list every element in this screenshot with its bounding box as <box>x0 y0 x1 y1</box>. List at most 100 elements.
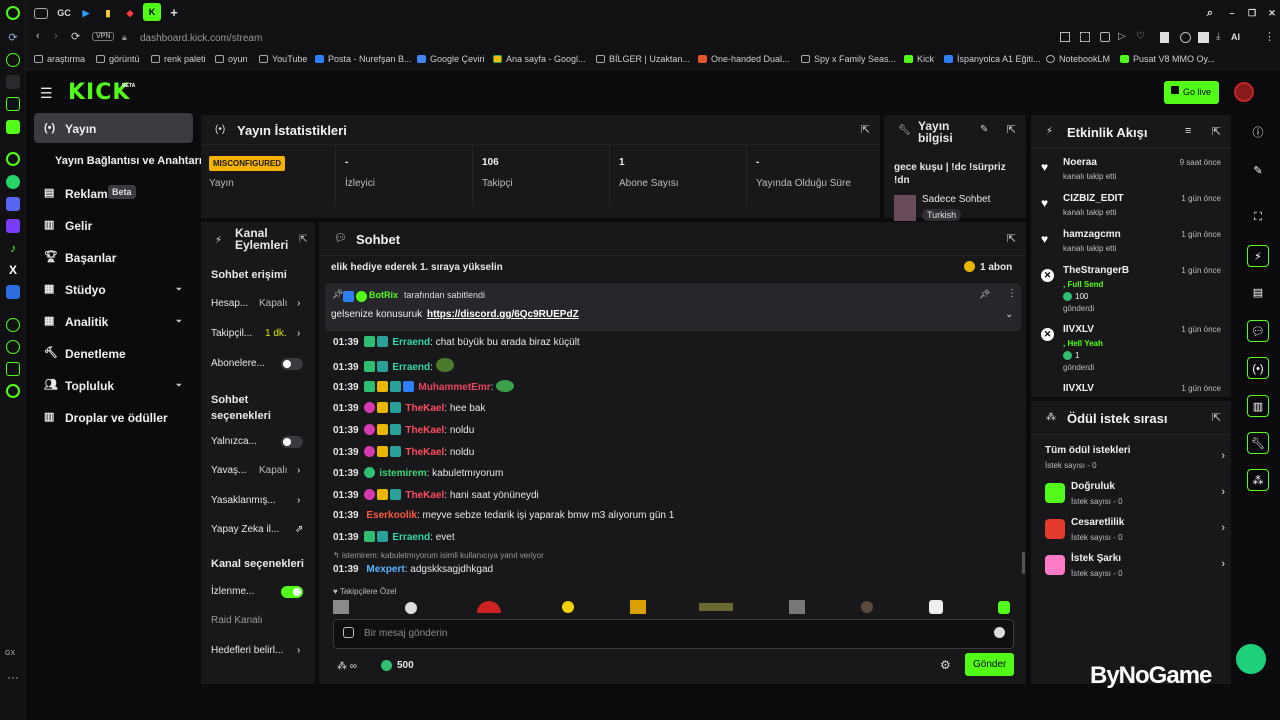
bookmark[interactable]: One-handed Dual... <box>698 54 790 64</box>
tab-gc[interactable]: GC <box>56 5 72 21</box>
filter-icon[interactable]: ≡ <box>1185 125 1191 137</box>
setting-slow-mode[interactable]: Yavaş... Kapalı › <box>211 465 307 485</box>
toggle[interactable] <box>281 586 303 598</box>
chatgpt-icon[interactable] <box>6 152 20 166</box>
settings-icon[interactable] <box>6 384 20 398</box>
bookmark[interactable]: Google Çeviri <box>417 54 485 64</box>
emote-icon[interactable] <box>998 601 1010 614</box>
toggle[interactable] <box>281 436 303 448</box>
tab-kick-active[interactable]: K <box>143 3 161 21</box>
sidebar-item-reklam[interactable]: ▤ Reklam Beta <box>34 178 193 208</box>
bookmark[interactable]: görüntü <box>96 54 140 64</box>
ai-button[interactable]: AI <box>1231 32 1240 42</box>
shield-icon[interactable] <box>1100 32 1110 42</box>
unpin-icon[interactable]: 📌︎ <box>979 289 990 300</box>
chat-message[interactable]: 01:39 Erraend: evet <box>333 531 455 543</box>
gx-icon[interactable] <box>6 120 20 134</box>
emote-icon[interactable] <box>405 602 417 614</box>
chat-message[interactable]: 01:39 TheKael: hani saat yönüneydi <box>333 489 539 501</box>
emote-icon[interactable] <box>789 600 805 614</box>
all-reward-requests[interactable]: Tüm ödül istekleri İstek sayısı - 0 › <box>1045 444 1225 474</box>
bolt-icon[interactable]: ⚡︎ <box>1247 245 1269 267</box>
feed-item[interactable]: IIVXLV 1 gün önce <box>1031 379 1227 397</box>
crop-icon[interactable] <box>1080 32 1090 42</box>
setting-emote-only[interactable]: Yalnızca... <box>211 436 307 456</box>
chat-message[interactable]: 01:39 Erraend: <box>333 358 456 373</box>
toggle[interactable] <box>281 358 303 370</box>
forward-icon[interactable]: › <box>54 30 58 42</box>
reward-item[interactable]: Cesaretlilik İstek sayısı - 0 › <box>1045 516 1225 546</box>
setting-followers-only[interactable]: Takipçil... 1 dk. › <box>211 328 307 348</box>
go-live-button[interactable]: Go live <box>1164 81 1219 104</box>
chat-settings-icon[interactable]: ⚙ <box>940 658 951 672</box>
emote-icon[interactable] <box>699 603 733 611</box>
setting-goals[interactable]: Hedefleri belirl... › <box>211 645 307 665</box>
bookmark[interactable]: Pusat V8 MMO Oy... <box>1120 54 1215 64</box>
pinned-by-user[interactable]: BotRix <box>369 290 398 300</box>
reward-icon[interactable]: ⁂ <box>1247 469 1269 491</box>
expand-icon[interactable]: ⛶ <box>1247 206 1269 228</box>
history-icon[interactable] <box>6 340 20 354</box>
bookmark[interactable]: oyun <box>215 54 248 64</box>
tab-bars-icon[interactable]: ▮ <box>100 5 116 21</box>
more-options-icon[interactable]: ⋮ <box>1007 288 1017 299</box>
download-icon[interactable]: ⤓ <box>1216 31 1220 42</box>
bookmark[interactable]: YouTube <box>259 54 307 64</box>
feed-item[interactable]: ♥ Noeraa kanalı takip etti 9 saat önce <box>1031 153 1227 187</box>
pinned-link[interactable]: https://discord.gg/6Qc9RUEPdZ <box>427 309 579 320</box>
tab-search-icon[interactable]: ⌕ <box>1202 5 1218 21</box>
infinity-icon[interactable]: ⁂ ∞ <box>337 661 357 672</box>
bookmark[interactable]: İspanyolca A1 Eğiti... <box>944 54 1041 64</box>
popout-icon[interactable]: ⇱ <box>1212 125 1221 138</box>
hamburger-menu-icon[interactable]: ☰ <box>40 85 53 102</box>
setting-view-count[interactable]: İzlenme... <box>211 586 307 606</box>
chat-message[interactable]: 01:39 TheKael: noldu <box>333 446 474 458</box>
sidebar-item-topluluk[interactable]: 👥︎ Topluluk ⌄ <box>34 370 193 400</box>
chat-message[interactable]: 01:39 TheKael: hee bak <box>333 402 485 414</box>
document-icon[interactable]: ▤ <box>1247 282 1269 304</box>
bookmark[interactable]: renk paleti <box>151 54 206 64</box>
avatar[interactable] <box>1234 82 1254 102</box>
popout-icon[interactable]: ⇱ <box>299 234 307 245</box>
setting-raid-channel[interactable]: Raid Kanalı <box>211 615 307 635</box>
emote-icon[interactable] <box>477 601 501 613</box>
image-icon[interactable] <box>1198 32 1209 43</box>
setting-ai-moderation[interactable]: Yapay Zeka il... ⇗ <box>211 524 307 544</box>
emote-icon[interactable] <box>333 600 349 614</box>
play-icon[interactable]: ▷ <box>1118 31 1126 42</box>
emote-icon[interactable] <box>630 600 646 614</box>
gift-leaderboard-banner[interactable]: elik hediye ederek 1. sıraya yükselin 1 … <box>329 258 1015 278</box>
tiktok-icon[interactable]: ♪ <box>6 241 20 255</box>
setting-subscribers-only[interactable]: Abonelere... <box>211 358 307 378</box>
minimize-icon[interactable]: – <box>1224 5 1240 21</box>
vk-icon[interactable] <box>6 285 20 299</box>
chat-icon[interactable]: 💬︎ <box>1247 320 1269 342</box>
bookmark[interactable]: Ana sayfa - Googl... <box>493 54 586 64</box>
speed-dial-icon[interactable] <box>6 53 20 67</box>
bookmark[interactable]: Posta - Nurefşan B... <box>315 54 412 64</box>
sidebar-item-gelir[interactable]: ▥ Gelir <box>34 210 193 240</box>
refresh-icon[interactable]: ⟳ <box>6 31 20 45</box>
category-name[interactable]: Sadece Sohbet <box>922 194 990 205</box>
send-button[interactable]: Gönder <box>965 653 1014 676</box>
pinned-message[interactable]: 📌︎ BotRix tarafından sabitlendi gelseniz… <box>325 283 1021 331</box>
tab-mail-icon[interactable] <box>34 8 48 19</box>
page-icon[interactable] <box>1160 32 1169 43</box>
chat-message[interactable]: 01:39 Erraend: chat büyük bu arada biraz… <box>333 336 580 348</box>
new-tab-icon[interactable]: + <box>166 5 182 21</box>
tab-game-icon[interactable]: ◆ <box>122 5 138 21</box>
stats-icon[interactable]: ▥ <box>1247 395 1269 417</box>
edit-icon[interactable]: ✎ <box>980 124 988 135</box>
sidebar-item-yayin[interactable]: (•) Yayın <box>34 113 193 143</box>
chevron-down-icon[interactable]: ⌄ <box>1005 309 1013 320</box>
bookmark[interactable]: NotebookLM <box>1046 54 1110 64</box>
bookmark[interactable]: araştırma <box>34 54 85 64</box>
setting-account-age[interactable]: Hesap... Kapalı › <box>211 298 307 318</box>
feed-item[interactable]: ♥ CIZBIZ_EDIT kanalı takip etti 1 gün ön… <box>1031 189 1227 223</box>
sidebar-item-studyo[interactable]: ▦ Stüdyo ⌄ <box>34 274 193 304</box>
opera-logo-icon[interactable] <box>6 6 20 20</box>
popout-icon[interactable]: ⇱ <box>1007 123 1016 136</box>
snapshot-icon[interactable] <box>1060 32 1070 42</box>
chat-message[interactable]: 01:39 Mexpert: adgskksagjdhkgad <box>333 564 493 575</box>
emote-icon[interactable] <box>861 601 873 613</box>
